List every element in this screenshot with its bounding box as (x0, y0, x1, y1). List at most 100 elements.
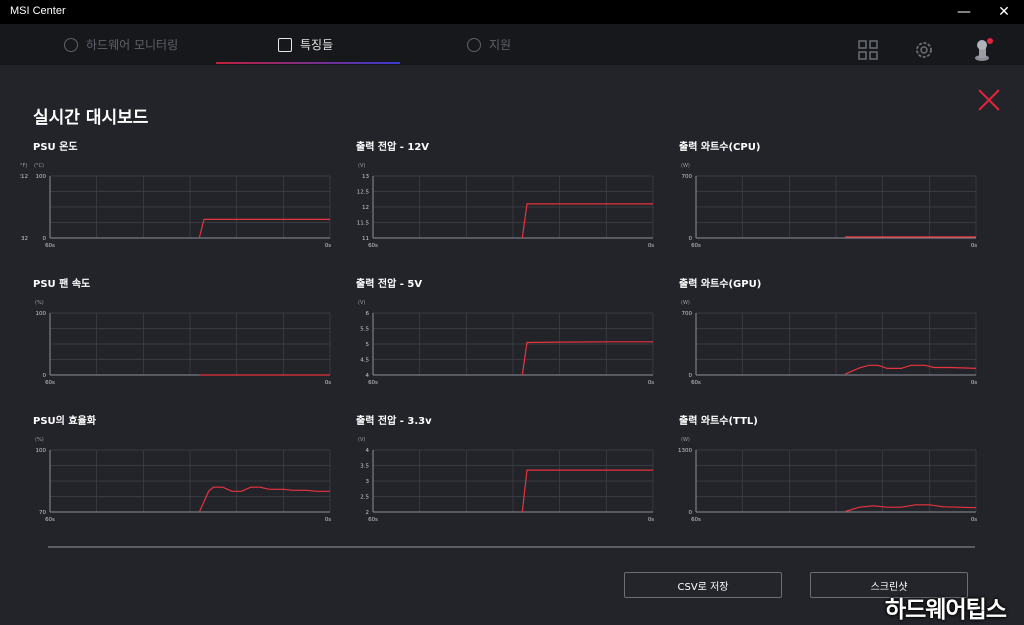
data-series-line (198, 486, 330, 513)
x-tick-label: 60s (45, 243, 55, 249)
close-dashboard-button[interactable] (977, 88, 1001, 112)
x-tick-label: 60s (45, 380, 55, 386)
x-tick-label: 0s (325, 380, 331, 386)
y-tick-label: 700 (682, 174, 693, 180)
chart-6: (W) 700 060s 0s (681, 300, 977, 386)
y-tick-label: 700 (682, 311, 693, 317)
watermark-text: 하드웨어팁스 (885, 597, 1007, 623)
button-label: CSV로 저장 (677, 581, 729, 593)
chart-7: (%) 100 7060s 0s (35, 437, 331, 523)
close-icon: ✕ (998, 4, 1010, 20)
chart-3: (W) 700 060s 0s (681, 163, 977, 249)
chart-1: (°F) (°C) 100 0 212 32 60s 0s (20, 163, 331, 249)
y-tick-label: 0 (43, 236, 47, 242)
y-tick-label: 100 (36, 174, 47, 180)
y-tick-label-secondary: 32 (21, 236, 28, 242)
y-tick-label: 3 (366, 479, 370, 485)
close-window-button[interactable]: ✕ (984, 0, 1024, 24)
x-tick-label: 0s (971, 243, 977, 249)
axis-unit-label: (°F) (20, 163, 27, 169)
x-tick-label: 0s (648, 380, 654, 386)
chart-grid (372, 449, 654, 513)
y-tick-label: 2 (366, 510, 370, 516)
y-tick-label: 13 (362, 174, 369, 180)
y-tick-label: 0 (689, 510, 693, 516)
chart-grid (49, 449, 331, 513)
active-tab-indicator (216, 62, 400, 64)
app-title: MSI Center (10, 5, 66, 17)
x-tick-label: 60s (691, 243, 701, 249)
axis-unit-label: (%) (35, 437, 44, 443)
page-title: 실시간 대시보드 (33, 108, 149, 128)
chart-grid (695, 312, 977, 376)
chart-2: (V) 13 12.5 12 11.5 1160s 0s (357, 163, 655, 249)
y-tick-label: 12.5 (357, 190, 370, 196)
axis-unit-label: (W) (681, 163, 690, 169)
settings-icon[interactable] (913, 39, 935, 61)
axis-unit-label: (°C) (34, 163, 44, 169)
tab-label: 특징들 (300, 38, 334, 52)
x-tick-label: 60s (368, 517, 378, 523)
tab-support[interactable]: 지원 (467, 24, 511, 65)
y-tick-label: 11 (362, 236, 369, 242)
axis-unit-label: (V) (358, 437, 365, 443)
x-tick-label: 0s (648, 517, 654, 523)
axis-unit-label: (W) (681, 300, 690, 306)
y-tick-label: 4 (366, 373, 370, 379)
app-window: MSI Center — ✕ 하드웨어 모니터링 특징들 지원 실시간 대시보드… (0, 0, 1024, 625)
x-tick-label: 0s (971, 380, 977, 386)
x-tick-label: 60s (45, 517, 55, 523)
tab-label: 지원 (489, 38, 512, 52)
y-tick-label: 4 (366, 448, 370, 454)
user-avatar-icon[interactable] (970, 36, 996, 64)
chart-8: (V)4 3.5 3 2.5 260s 0s (358, 437, 654, 523)
y-tick-label: 0 (43, 373, 47, 379)
y-tick-label-secondary: 212 (20, 174, 28, 180)
axis-unit-label: (V) (358, 300, 365, 306)
chart-grid (372, 312, 654, 376)
x-tick-label: 0s (325, 517, 331, 523)
divider (48, 546, 975, 548)
chart-grid (695, 449, 977, 513)
x-tick-label: 60s (368, 243, 378, 249)
y-tick-label: 70 (39, 510, 46, 516)
monitor-icon (64, 37, 78, 52)
axis-unit-label: (W) (681, 437, 690, 443)
y-tick-label: 5 (366, 342, 370, 348)
y-tick-label: 0 (689, 373, 693, 379)
y-tick-label: 4.5 (360, 358, 369, 364)
x-tick-label: 60s (691, 517, 701, 523)
y-tick-label: 1300 (678, 448, 692, 454)
title-bar: MSI Center — ✕ (0, 0, 1024, 24)
support-icon (467, 37, 481, 52)
y-tick-label: 11.5 (357, 221, 370, 227)
y-tick-label: 0 (689, 236, 693, 242)
data-series-line (845, 504, 977, 513)
minimize-icon: — (957, 4, 971, 20)
x-tick-label: 60s (691, 380, 701, 386)
tab-label: 하드웨어 모니터링 (86, 38, 179, 52)
y-tick-label: 5.5 (360, 327, 369, 333)
y-tick-label: 100 (36, 448, 47, 454)
chart-4: (%) 100 060s 0s (35, 300, 331, 386)
chart-grid (372, 175, 654, 239)
x-tick-label: 0s (325, 243, 331, 249)
tab-hardware-monitoring[interactable]: 하드웨어 모니터링 (64, 24, 178, 65)
grid-icon[interactable] (857, 39, 879, 61)
x-tick-label: 60s (368, 380, 378, 386)
y-tick-label: 12 (362, 205, 369, 211)
features-icon (278, 37, 292, 52)
save-csv-button[interactable]: CSV로 저장 (624, 572, 782, 598)
data-series-line (521, 469, 653, 513)
y-tick-label: 6 (366, 311, 370, 317)
data-series-line (845, 364, 977, 375)
y-tick-label: 100 (36, 311, 47, 317)
data-series-line (521, 203, 653, 239)
axis-unit-label: (%) (35, 300, 44, 306)
tab-features[interactable]: 특징들 (278, 24, 333, 65)
minimize-button[interactable]: — (944, 0, 984, 24)
data-series-line (521, 341, 653, 376)
chart-grid (49, 175, 331, 239)
y-tick-label: 2.5 (360, 495, 369, 501)
chart-9: (W) 1300 060s 0s (678, 437, 977, 523)
